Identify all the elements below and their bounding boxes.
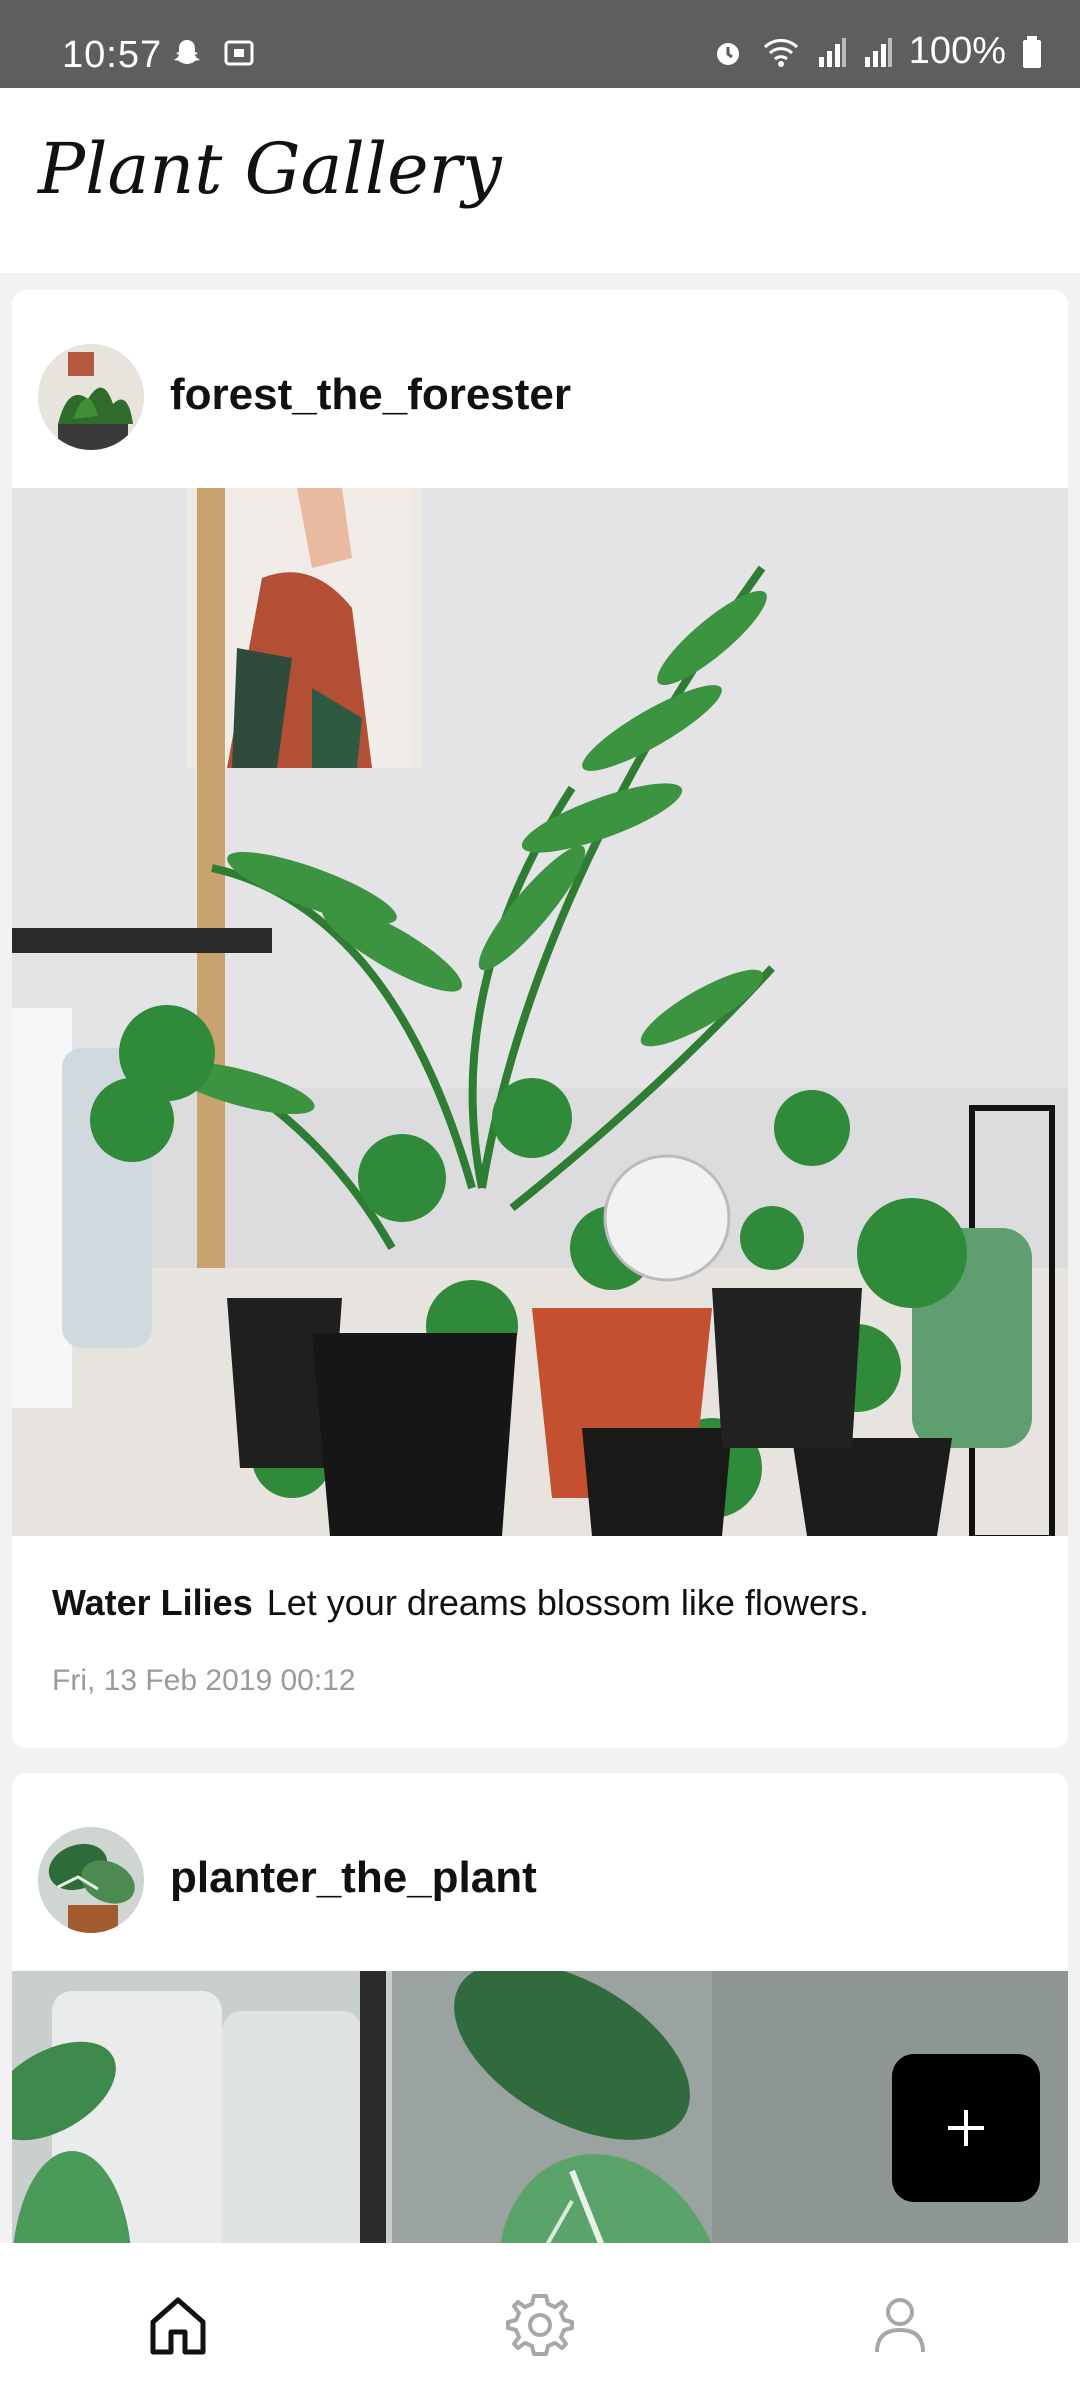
app-header: Plant Gallery (0, 88, 1080, 273)
plus-icon (948, 2110, 984, 2146)
post-image[interactable] (12, 488, 1068, 1536)
status-time: 10:57 (62, 34, 163, 76)
post-timestamp: Fri, 13 Feb 2019 00:12 (52, 1664, 356, 1697)
post-title: Water Lilies (52, 1582, 253, 1623)
nav-home[interactable] (138, 2285, 218, 2365)
post-caption-text: Let your dreams blossom like flowers. (266, 1582, 869, 1623)
screenshot-icon (224, 40, 254, 66)
wifi-icon (763, 38, 798, 67)
home-icon (150, 2297, 206, 2355)
username[interactable]: planter_the_plant (170, 1853, 537, 1903)
alarm-icon (716, 42, 739, 65)
nav-profile[interactable] (860, 2285, 940, 2365)
post-header: forest_the_forester (12, 290, 1068, 488)
bottom-nav (0, 2243, 1080, 2400)
battery-percent: 100% (908, 30, 1006, 72)
avatar[interactable] (38, 1827, 144, 1933)
battery-icon (1023, 35, 1041, 68)
nav-settings[interactable] (500, 2285, 580, 2365)
post-card[interactable]: forest_the_forester Water Lilies Let you… (12, 290, 1068, 1748)
post-caption: Water Lilies Let your dreams blossom like… (12, 1536, 1068, 1624)
page-title: Plant Gallery (38, 128, 502, 210)
status-bar: 10:57 100% (0, 0, 1080, 88)
post-header: planter_the_plant (12, 1773, 1068, 1971)
gear-icon (506, 2294, 574, 2356)
signal-icon (818, 37, 846, 67)
signal-icon (864, 37, 892, 67)
avatar[interactable] (38, 344, 144, 450)
feed[interactable]: forest_the_forester Water Lilies Let you… (0, 273, 1080, 2243)
add-post-button[interactable] (892, 2054, 1040, 2202)
user-icon (875, 2298, 925, 2353)
username[interactable]: forest_the_forester (170, 370, 571, 420)
snapchat-icon (174, 40, 200, 64)
